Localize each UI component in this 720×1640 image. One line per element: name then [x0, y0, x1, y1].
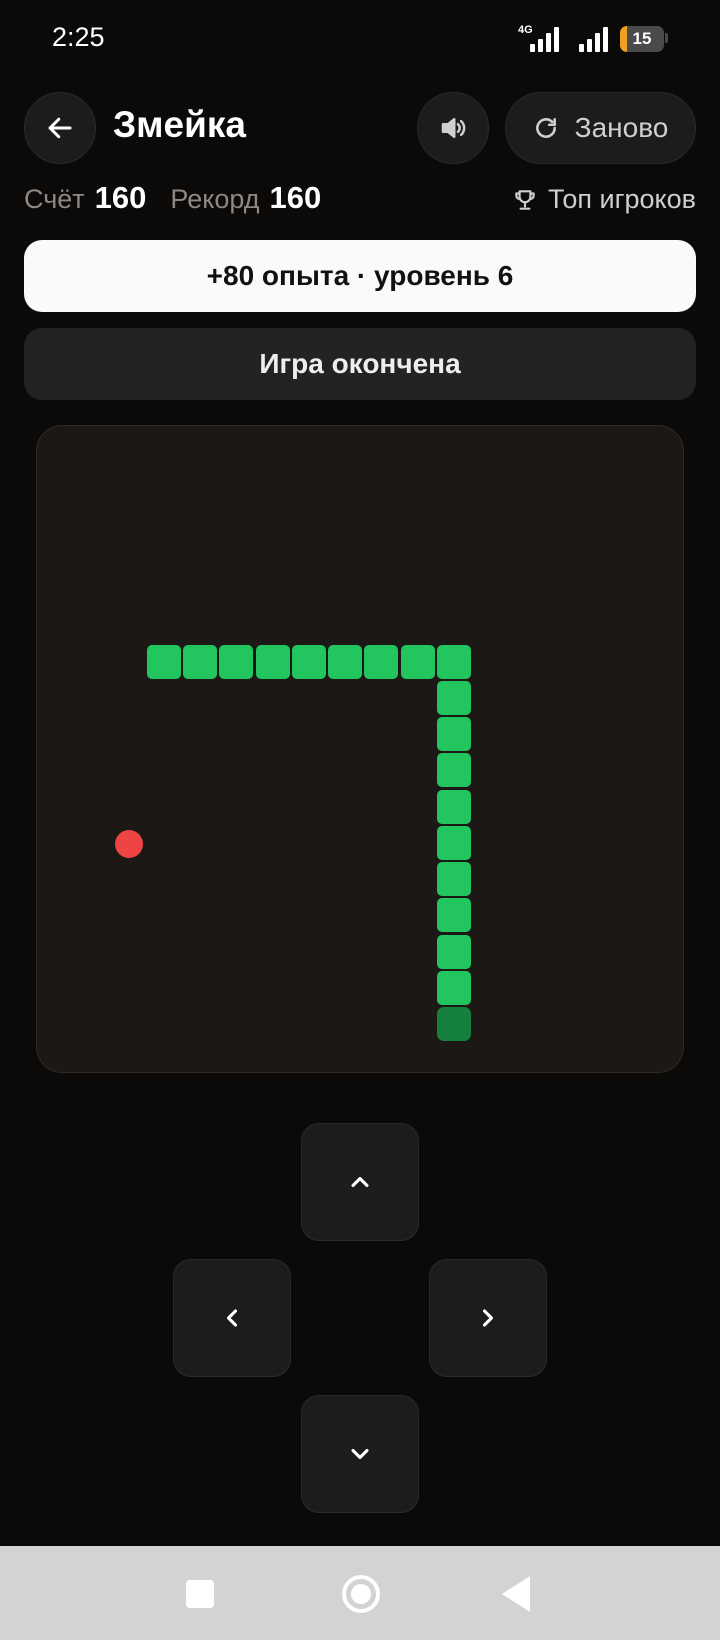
speaker-icon: [441, 118, 466, 138]
game-over-text: Игра окончена: [259, 348, 461, 379]
battery-fill: [620, 26, 627, 52]
snake-segment: [436, 898, 471, 933]
snake-segment: [436, 970, 471, 1005]
move-left-button[interactable]: [173, 1259, 291, 1377]
score-label: Счёт: [24, 184, 85, 214]
signal-4g-icon: 4G: [518, 24, 559, 52]
snake-segment: [364, 644, 399, 679]
refresh-icon: [535, 118, 556, 138]
signal-icon: [571, 26, 608, 52]
recents-button[interactable]: [186, 1580, 214, 1608]
snake-segment: [328, 644, 362, 679]
food-apple: [114, 829, 143, 858]
snake-tail-segment: [436, 1007, 471, 1041]
status-bar: 2:25 4G 15: [0, 0, 720, 80]
home-button[interactable]: [342, 1575, 380, 1613]
xp-text: +80 опыта · уровень 6: [206, 260, 514, 291]
snake-segment: [255, 644, 290, 679]
chevron-down-icon: [351, 1448, 369, 1460]
status-icons: 4G 15: [518, 24, 668, 52]
snake-segment: [436, 934, 471, 969]
snake-segment: [219, 644, 254, 679]
circle-icon: [351, 1584, 371, 1604]
network-label: 4G: [518, 24, 533, 36]
sound-toggle-button[interactable]: [417, 92, 489, 164]
snake-segment: [436, 753, 471, 788]
game-over-banner: Игра окончена: [24, 328, 696, 400]
battery-tip: [665, 33, 668, 43]
snake-segment: [436, 862, 471, 896]
system-nav-bar: [0, 1546, 720, 1640]
move-up-button[interactable]: [301, 1123, 419, 1241]
snake-segment: [291, 644, 326, 679]
snake-segment: [183, 644, 217, 679]
record-value: 160: [269, 180, 322, 215]
snake-segment: [436, 717, 471, 751]
restart-label: Заново: [574, 112, 669, 143]
score-value: 160: [94, 180, 147, 215]
battery-icon: 15: [620, 26, 664, 52]
status-time: 2:25: [52, 22, 105, 52]
system-back-button[interactable]: [502, 1576, 530, 1612]
snake-segment: [436, 644, 471, 679]
snake-segment: [436, 680, 471, 715]
snake-segment: [400, 644, 435, 679]
snake-segment: [436, 825, 471, 860]
back-button[interactable]: [24, 92, 96, 164]
restart-button[interactable]: Заново: [505, 92, 696, 164]
arrow-left-icon: [48, 117, 72, 139]
chevron-right-icon: [482, 1309, 494, 1327]
snake-segment: [436, 789, 471, 824]
xp-banner: +80 опыта · уровень 6: [24, 240, 696, 312]
chevron-left-icon: [226, 1309, 238, 1327]
top-players-label: Топ игроков: [548, 184, 696, 214]
trophy-icon: [515, 189, 535, 210]
move-right-button[interactable]: [429, 1259, 547, 1377]
snake-segment: [146, 644, 181, 679]
top-players-link[interactable]: Топ игроков: [512, 184, 696, 215]
score-row: Счёт 160 Рекорд 160: [24, 180, 345, 216]
battery-level: 15: [632, 29, 652, 48]
game-board[interactable]: [36, 425, 684, 1073]
chevron-up-icon: [351, 1176, 369, 1188]
page-title: Змейка: [113, 104, 246, 145]
move-down-button[interactable]: [301, 1395, 419, 1513]
record-label: Рекорд: [170, 184, 260, 214]
